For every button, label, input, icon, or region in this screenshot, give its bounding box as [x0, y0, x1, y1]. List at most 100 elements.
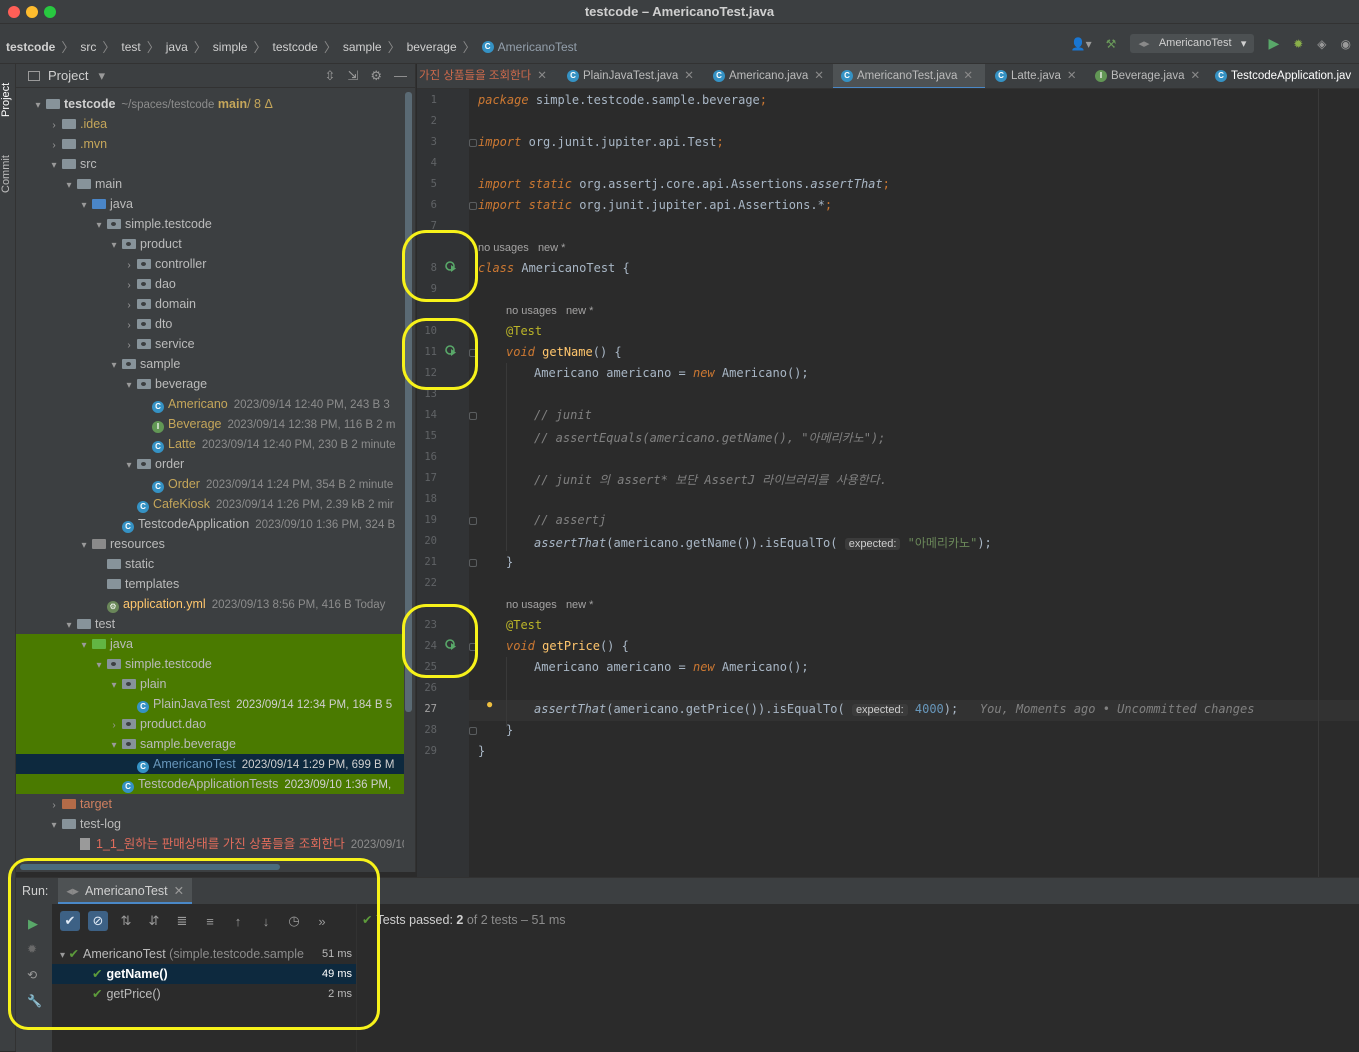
hide-panel-icon[interactable]: — — [394, 68, 407, 84]
title-bar: testcode – AmericanoTest.java — [0, 0, 1359, 24]
close-icon[interactable]: ✕ — [1191, 70, 1201, 82]
tree-node-testcodeapplicationtests[interactable]: C TestcodeApplicationTests 2023/09/10 1:36… — [16, 774, 404, 794]
lightbulb-icon[interactable]: ● — [486, 697, 493, 711]
tree-node-testcode-application[interactable]: C TestcodeApplication 2023/09/10 1:36 PM, … — [16, 514, 404, 534]
tab-americano[interactable]: C Americano.java ✕ — [705, 64, 824, 88]
breadcrumb-item[interactable]: sample — [343, 40, 382, 54]
tree-node-mvn[interactable]: › .mvn — [16, 134, 404, 154]
tree-node-idea[interactable]: › .idea — [16, 114, 404, 134]
tree-node-dao[interactable]: › dao — [16, 274, 404, 294]
tree-node-beverage-interface[interactable]: I Beverage 2023/09/14 12:38 PM, 116 B 2 m — [16, 414, 404, 434]
tree-node-static[interactable]: static — [16, 554, 404, 574]
breadcrumb-item[interactable]: test — [121, 40, 140, 54]
tree-node-templates[interactable]: templates — [16, 574, 404, 594]
fold-marker[interactable] — [469, 559, 477, 567]
tab-americanotest[interactable]: C AmericanoTest.java ✕ — [833, 64, 985, 88]
code-line-1: package simple.testcode.sample.beverage; — [478, 93, 768, 107]
profile-icon[interactable]: ◉ — [1341, 37, 1351, 51]
tree-node-simple-testcode[interactable]: ▾ simple.testcode — [16, 214, 404, 234]
line-number-current: 27 — [424, 703, 437, 715]
tree-node-latte[interactable]: C Latte 2023/09/14 12:40 PM, 230 B 2 minut… — [16, 434, 404, 454]
toolbar-right: 👤▾ ⚒ ◂▸ AmericanoTest ▾ ▶ ✹ ◈ ◉ — [1071, 34, 1351, 53]
run-icon[interactable]: ▶ — [1268, 35, 1279, 52]
tree-node-test[interactable]: ▾ test — [16, 614, 404, 634]
tree-node-test-log-file[interactable]: 1_1_원하는 판매상태를 가진 상품들을 조회한다2023/09/10 6:1 — [16, 834, 404, 854]
collapse-all-icon[interactable]: ⇲ — [347, 68, 358, 84]
tree-node-test-java[interactable]: ▾ java — [16, 634, 404, 654]
chevron-down-icon[interactable]: ▾ — [98, 68, 105, 84]
tab-plainjavatest[interactable]: C PlainJavaTest.java ✕ — [559, 64, 694, 88]
tree-node-service[interactable]: › service — [16, 334, 404, 354]
fold-marker[interactable] — [469, 727, 477, 735]
close-icon[interactable]: ✕ — [814, 70, 824, 82]
tree-node-domain[interactable]: › domain — [16, 294, 404, 314]
tree-node-plain[interactable]: ▾ plain — [16, 674, 404, 694]
tree-node-test-log[interactable]: ▾ test-log — [16, 814, 404, 834]
package-icon — [122, 239, 136, 249]
close-icon[interactable]: ✕ — [963, 70, 973, 82]
usages-hint[interactable]: no usages new * — [506, 305, 593, 317]
tree-node-main[interactable]: ▾ main — [16, 174, 404, 194]
breadcrumb-item[interactable]: testcode — [272, 40, 317, 54]
tree-node-application-yml[interactable]: ⚙ application.yml 2023/09/13 8:56 PM, 416 … — [16, 594, 404, 614]
fold-marker[interactable] — [469, 139, 477, 147]
breadcrumb-item[interactable]: testcode — [6, 40, 55, 54]
tab-test-log[interactable]: 가진 상품들을 조회한다 ✕ — [417, 64, 547, 88]
folder-icon — [62, 819, 76, 829]
tree-node-order-pkg[interactable]: ▾ order — [16, 454, 404, 474]
tree-node-sample-beverage[interactable]: ▾ sample.beverage — [16, 734, 404, 754]
expand-all-icon[interactable]: ⇳ — [325, 68, 336, 84]
tab-testcodeapplication[interactable]: C TestcodeApplication.jav — [1207, 64, 1351, 88]
fold-marker[interactable] — [469, 202, 477, 210]
line-number: 1 — [430, 94, 437, 106]
commit-tool-tab[interactable]: Commit — [0, 144, 16, 204]
package-icon — [122, 679, 136, 689]
breadcrumb-item[interactable]: java — [166, 40, 188, 54]
tab-latte[interactable]: C Latte.java ✕ — [987, 64, 1077, 88]
project-tool-tab[interactable]: Project — [0, 70, 16, 130]
package-icon — [137, 299, 151, 309]
tab-beverage[interactable]: I Beverage.java ✕ — [1087, 64, 1201, 88]
breadcrumb-item[interactable]: src — [80, 40, 96, 54]
tree-node-product-dao[interactable]: › product.dao — [16, 714, 404, 734]
tree-node-americano[interactable]: C Americano 2023/09/14 12:40 PM, 243 B 3 — [16, 394, 404, 414]
tree-node-src[interactable]: ▾ src — [16, 154, 404, 174]
tree-node-dto[interactable]: › dto — [16, 314, 404, 334]
run-configuration-select[interactable]: ◂▸ AmericanoTest ▾ — [1130, 34, 1255, 53]
code-line-19: // assertj — [534, 513, 607, 527]
user-icon[interactable]: 👤▾ — [1071, 37, 1092, 51]
breadcrumb-item[interactable]: AmericanoTest — [498, 40, 577, 54]
tree-node-beverage[interactable]: ▾ beverage — [16, 374, 404, 394]
tree-node-product[interactable]: ▾ product — [16, 234, 404, 254]
tree-node-test-simple-testcode[interactable]: ▾ simple.testcode — [16, 654, 404, 674]
debug-icon[interactable]: ✹ — [1293, 37, 1303, 51]
fold-marker[interactable] — [469, 412, 477, 420]
tree-node-americanotest[interactable]: C AmericanoTest 2023/09/14 1:29 PM, 699 B … — [16, 754, 404, 774]
tree-node-java[interactable]: ▾ java — [16, 194, 404, 214]
tree-node-cafekiosk[interactable]: C CafeKiosk 2023/09/14 1:26 PM, 2.39 kB 2 … — [16, 494, 404, 514]
tree-node-target[interactable]: › target — [16, 794, 404, 814]
folder-icon — [62, 119, 76, 129]
tree-node-plainjavatest[interactable]: C PlainJavaTest 2023/09/14 12:34 PM, 184 B… — [16, 694, 404, 714]
close-icon[interactable]: ✕ — [684, 70, 694, 82]
project-panel-title[interactable]: Project — [48, 68, 88, 83]
line-number: 4 — [430, 157, 437, 169]
tree-node-sample[interactable]: ▾ sample — [16, 354, 404, 374]
breadcrumb-item[interactable]: simple — [213, 40, 248, 54]
coverage-icon[interactable]: ◈ — [1317, 37, 1326, 51]
tree-node-testcode[interactable]: ▾ testcode ~/spaces/testcode main/ 8 Δ — [16, 94, 404, 114]
folder-icon — [62, 139, 76, 149]
tree-node-resources[interactable]: ▾ resources — [16, 534, 404, 554]
code-editor[interactable]: 1 2 3 4 5 6 7 8 9 10 11 12 13 14 15 16 1… — [417, 89, 1359, 877]
gear-icon[interactable]: ⚙ — [370, 68, 382, 84]
tree-node-controller[interactable]: › controller — [16, 254, 404, 274]
build-hammer-icon[interactable]: ⚒ — [1106, 37, 1117, 51]
close-icon[interactable]: ✕ — [537, 70, 547, 82]
usages-hint[interactable]: no usages new * — [506, 599, 593, 611]
breadcrumb-item[interactable]: beverage — [407, 40, 457, 54]
fold-marker[interactable] — [469, 517, 477, 525]
navigation-bar: testcode 〉 src 〉 test 〉 java 〉 simple 〉 testc… — [0, 24, 1359, 64]
usages-hint[interactable]: no usages new * — [478, 242, 565, 254]
tree-node-order[interactable]: C Order 2023/09/14 1:24 PM, 354 B 2 minute — [16, 474, 404, 494]
close-icon[interactable]: ✕ — [1067, 70, 1077, 82]
